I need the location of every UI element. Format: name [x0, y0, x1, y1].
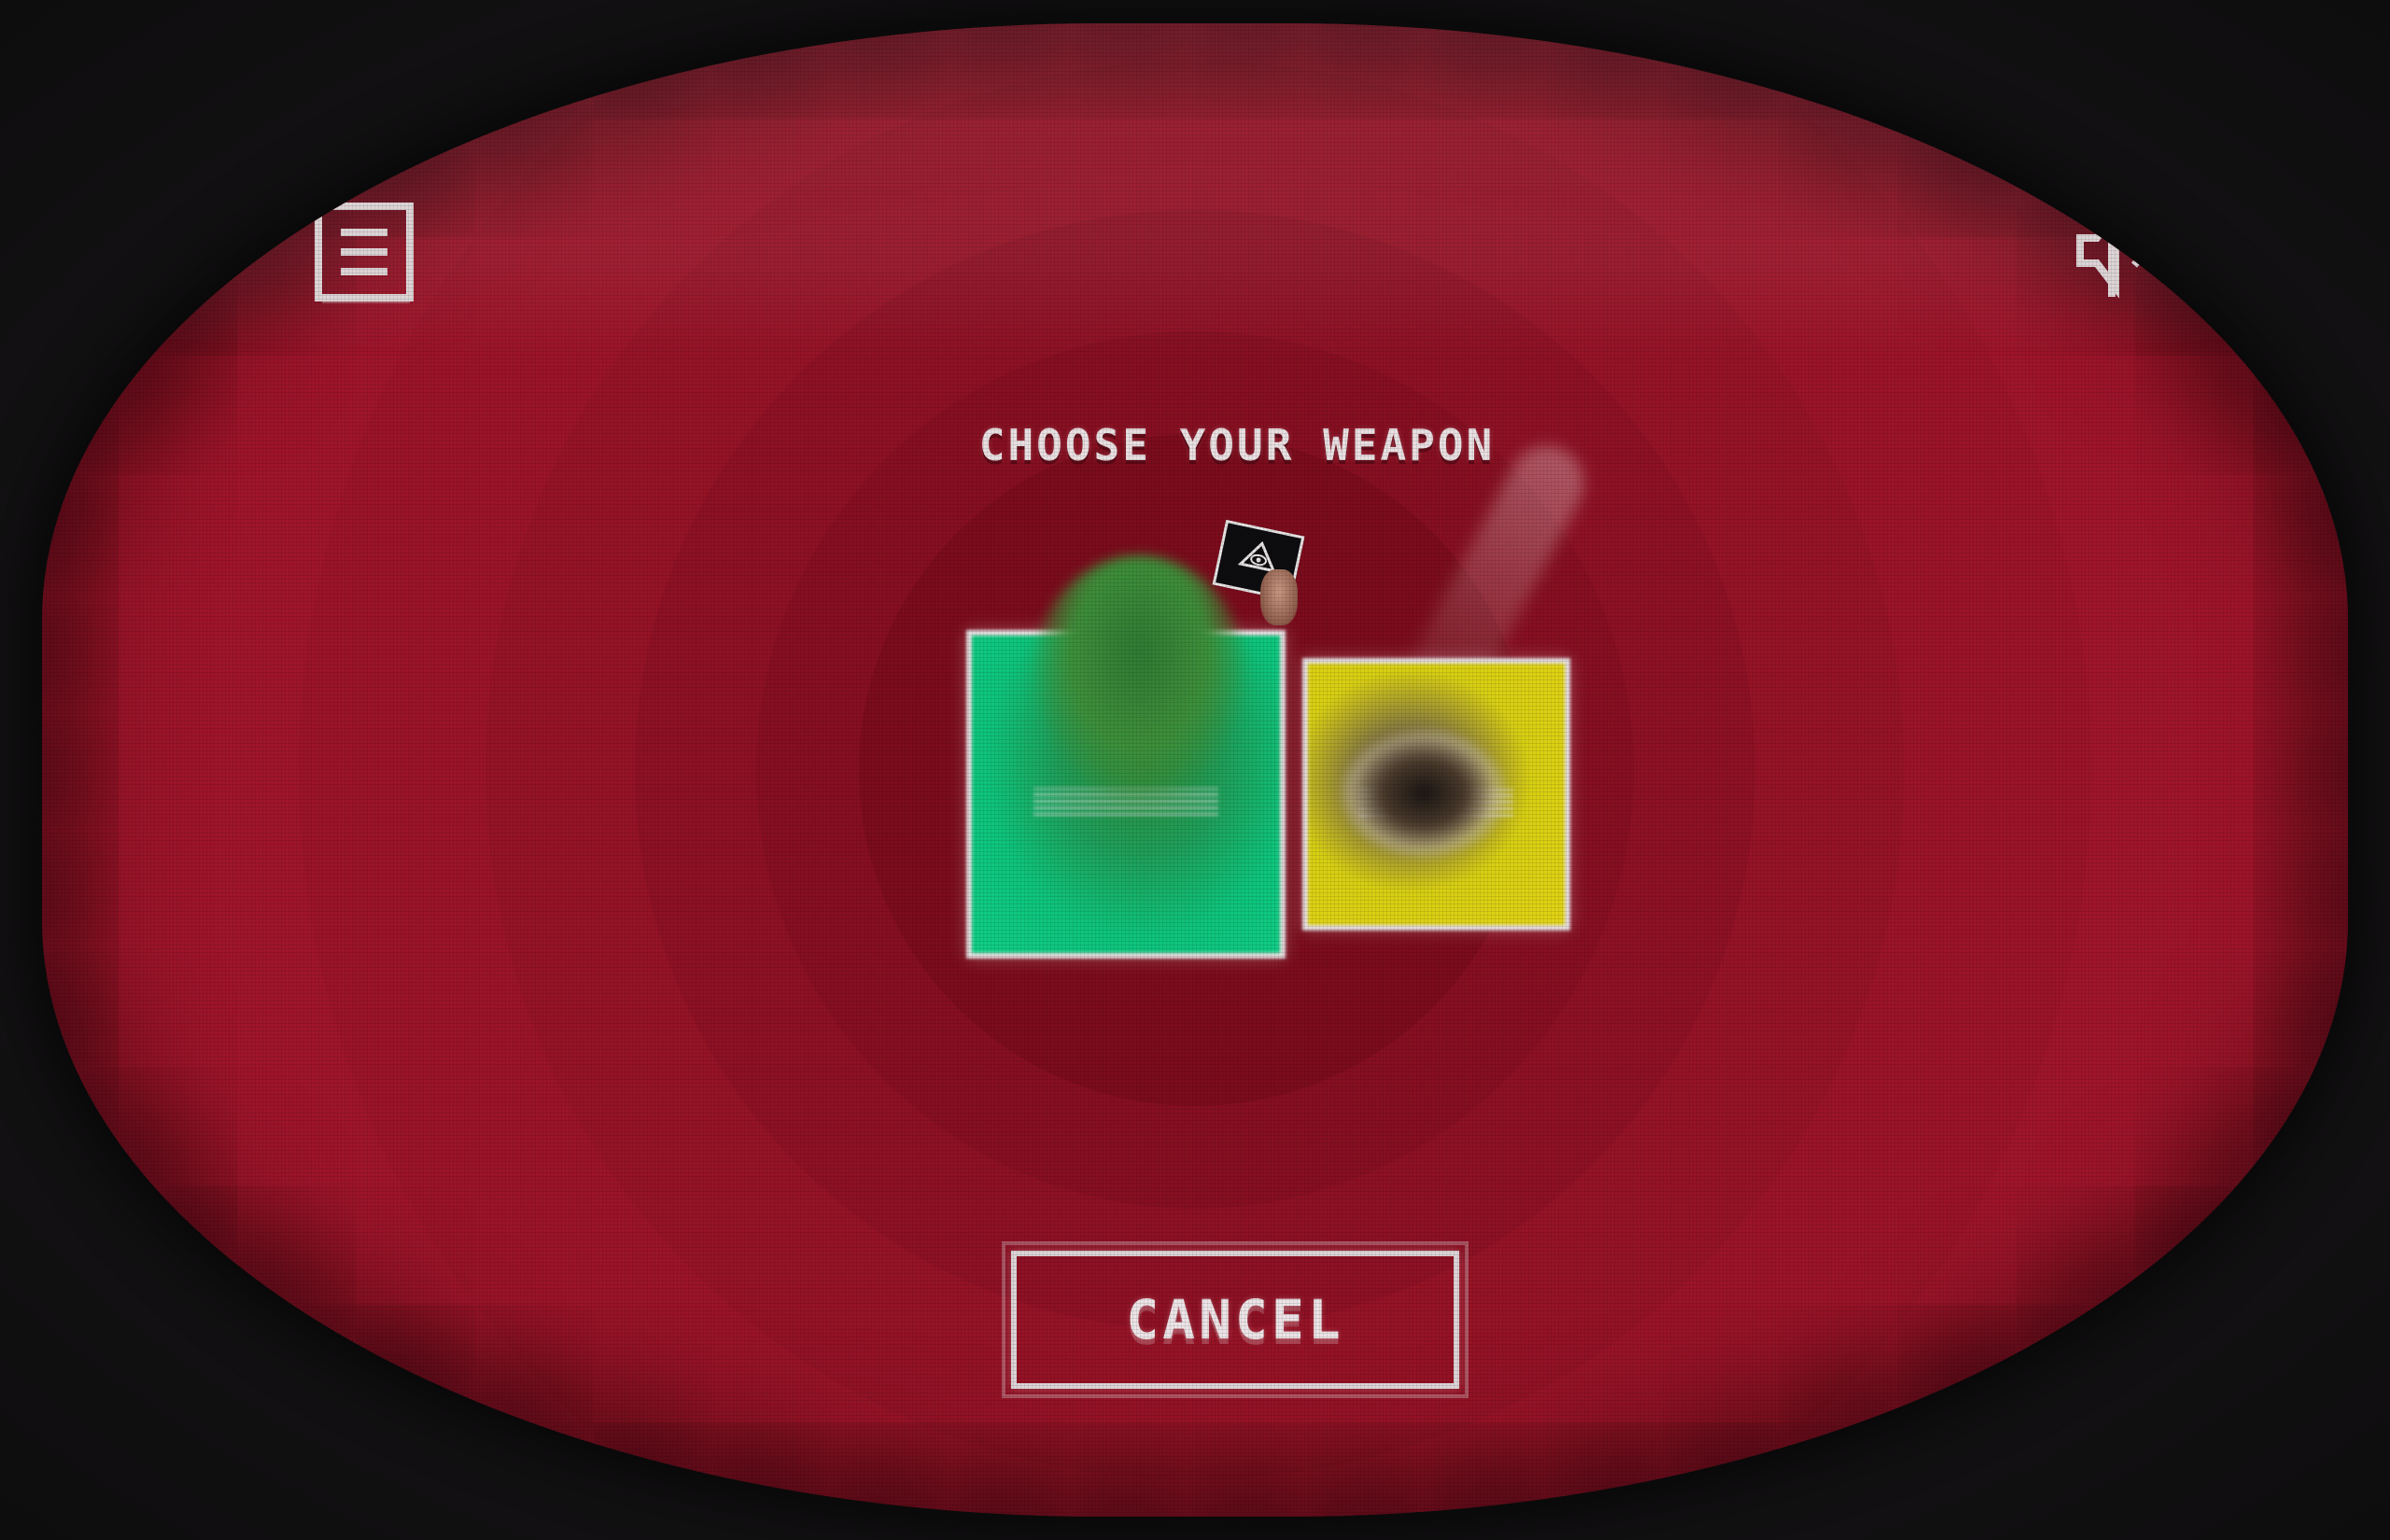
menu-icon	[315, 203, 414, 303]
cancel-button[interactable]: CANCEL	[1002, 1241, 1469, 1398]
hand-icon	[1260, 569, 1298, 625]
game-screen: CHOOSE YOUR WEAPON CANCEL	[42, 23, 2348, 1517]
screen-glare	[42, 23, 2348, 359]
eye-creature-icon	[1340, 728, 1508, 859]
green-creature-icon	[1032, 555, 1246, 798]
sound-button[interactable]	[2073, 196, 2189, 303]
weapon-selector	[938, 432, 1597, 1003]
page-title: CHOOSE YOUR WEAPON	[978, 420, 1496, 470]
cancel-button-label: CANCEL	[1126, 1288, 1344, 1351]
sound-icon	[2076, 203, 2181, 299]
tv-bezel: CHOOSE YOUR WEAPON CANCEL	[0, 0, 2390, 1540]
menu-button[interactable]	[313, 201, 415, 303]
